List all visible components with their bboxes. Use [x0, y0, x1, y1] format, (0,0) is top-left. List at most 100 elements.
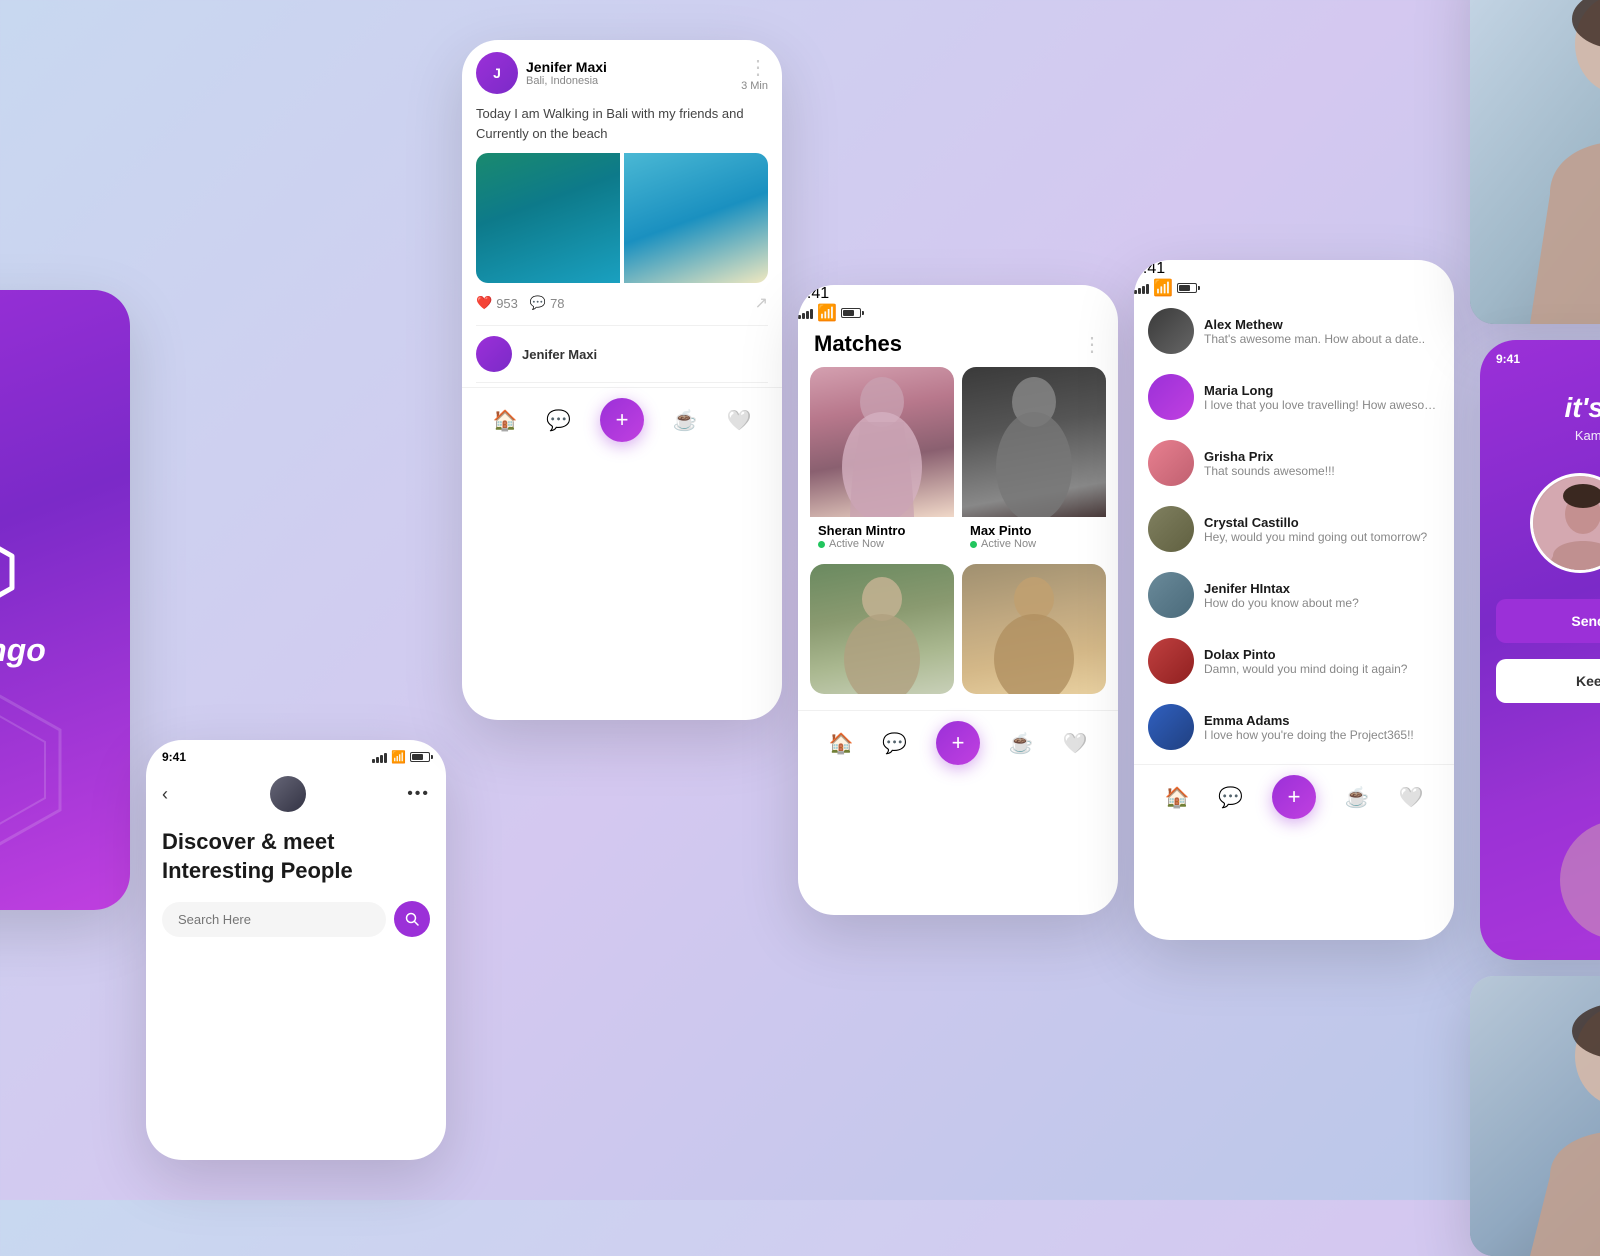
chat-msg-5: Damn, would you mind doing it again? — [1204, 662, 1440, 676]
phone-discover: 9:41 📶 ‹ ••• Discover & meet Interesting… — [146, 740, 446, 1160]
bottom-profile-preview — [1480, 800, 1600, 960]
likes-count[interactable]: ❤️ 953 — [476, 295, 518, 311]
profile-card-bottom: ❤️ — [1470, 976, 1600, 1256]
nav-add-chat[interactable]: + — [1272, 775, 1316, 819]
chat-item-3[interactable]: Crystal Castillo Hey, would you mind goi… — [1134, 496, 1454, 562]
match-card-1[interactable]: Max Pinto Active Now — [962, 367, 1106, 556]
status-icons-matches: 📶 — [798, 303, 1118, 323]
chat-content-6: Emma Adams I love how you're doing the P… — [1204, 713, 1440, 742]
nav-heart-matches[interactable]: 🤍 — [1063, 731, 1088, 756]
nav-mug-matches[interactable]: ☕ — [1009, 731, 1034, 756]
chat-name-0: Alex Methew — [1204, 317, 1440, 332]
nav-mug[interactable]: ☕ — [673, 408, 698, 433]
match-av1-svg — [1533, 476, 1600, 573]
post-username: Jenifer Maxi — [526, 59, 607, 75]
chat-avatar-1 — [1148, 374, 1194, 420]
time-match: 9:41 — [1496, 352, 1520, 366]
match-card-3[interactable] — [962, 564, 1106, 694]
post-header: J Jenifer Maxi Bali, Indonesia ⋮ 3 Min — [476, 52, 768, 94]
match-card-2[interactable] — [810, 564, 954, 694]
heart-icon: ❤️ — [476, 295, 492, 311]
back-button[interactable]: ‹ — [162, 784, 168, 805]
time-chat: 9:41 — [1134, 260, 1165, 277]
wifi-icon: 📶 — [391, 750, 406, 764]
nav-home-chat[interactable]: 🏠 — [1164, 785, 1189, 810]
match-info-0: Sheran Mintro Active Now — [810, 517, 954, 556]
profile-card-top: ❤️ — [1470, 0, 1600, 324]
post-user-info: Jenifer Maxi Bali, Indonesia — [526, 59, 607, 87]
post-image-1 — [476, 153, 620, 283]
nav-home[interactable]: 🏠 — [492, 408, 517, 433]
chat-avatar-5 — [1148, 638, 1194, 684]
discover-header: ‹ ••• — [146, 770, 446, 818]
chat-msg-1: I love that you love travelling! How awe… — [1204, 398, 1440, 412]
nav-heart[interactable]: 🤍 — [727, 408, 752, 433]
share-button[interactable]: ↗ — [755, 293, 768, 313]
matches-more[interactable]: ⋮ — [1082, 332, 1102, 357]
search-button[interactable] — [394, 901, 430, 937]
profile-card-image-bottom — [1470, 976, 1600, 1256]
chat-name-4: Jenifer HIntax — [1204, 581, 1440, 596]
bottom-nav-chat: 🏠 💬 + ☕ 🤍 — [1134, 764, 1454, 829]
nav-chat-matches[interactable]: 💬 — [882, 731, 907, 756]
chat-avatar-6 — [1148, 704, 1194, 750]
battery-icon — [410, 752, 430, 762]
profile-person-svg — [1470, 0, 1600, 324]
silhouette-4 — [962, 564, 1106, 694]
more-button[interactable]: ••• — [407, 785, 430, 803]
chat-item-2[interactable]: Grisha Prix That sounds awesome!!! — [1134, 430, 1454, 496]
phone-splash: Matchgo — [0, 290, 130, 910]
matches-grid: Sheran Mintro Active Now Max Pinto — [798, 367, 1118, 706]
send-message-button[interactable]: Send Message — [1496, 599, 1600, 643]
match-name-0: Sheran Mintro — [818, 523, 946, 538]
chat-content-0: Alex Methew That's awesome man. How abou… — [1204, 317, 1440, 346]
match-img-max — [962, 367, 1106, 517]
chat-item-5[interactable]: Dolax Pinto Damn, would you mind doing i… — [1134, 628, 1454, 694]
nav-heart-chat[interactable]: 🤍 — [1399, 785, 1424, 810]
comments-count[interactable]: 💬 78 — [530, 295, 565, 311]
profile-preview-svg — [1480, 800, 1600, 960]
chat-avatar-3 — [1148, 506, 1194, 552]
match-img-3 — [962, 564, 1106, 694]
status-bar-chat: 9:41 📶 — [1134, 260, 1454, 298]
post-more-button[interactable]: ⋮ — [741, 55, 768, 80]
chat-avatar-4 — [1148, 572, 1194, 618]
comment-icon: 💬 — [530, 295, 546, 311]
post-mini: Jenifer Maxi — [462, 326, 782, 382]
signal-icon-chat — [1134, 282, 1149, 294]
search-input[interactable] — [162, 902, 386, 937]
profile-person-svg-2 — [1470, 976, 1600, 1256]
chat-name-3: Crystal Castillo — [1204, 515, 1440, 530]
time-discover: 9:41 — [162, 750, 186, 764]
nav-chat-chat[interactable]: 💬 — [1218, 785, 1243, 810]
nav-home-matches[interactable]: 🏠 — [828, 731, 853, 756]
chat-item-6[interactable]: Emma Adams I love how you're doing the P… — [1134, 694, 1454, 760]
profile-card-image-top — [1470, 0, 1600, 324]
chat-item-1[interactable]: Maria Long I love that you love travelli… — [1134, 364, 1454, 430]
chat-item-4[interactable]: Jenifer HIntax How do you know about me? — [1134, 562, 1454, 628]
chat-avatar-0 — [1148, 308, 1194, 354]
keep-playing-button[interactable]: Keep Playing — [1496, 659, 1600, 703]
chat-name-6: Emma Adams — [1204, 713, 1440, 728]
post-user: J Jenifer Maxi Bali, Indonesia — [476, 52, 607, 94]
nav-add-button[interactable]: + — [600, 398, 644, 442]
silhouette-3 — [810, 564, 954, 694]
nav-mug-chat[interactable]: ☕ — [1345, 785, 1370, 810]
discover-title: Discover & meet Interesting People — [146, 818, 446, 891]
match-avatars — [1480, 463, 1600, 583]
wifi-icon-matches: 📶 — [817, 303, 837, 323]
chat-item-0[interactable]: Alex Methew That's awesome man. How abou… — [1134, 298, 1454, 364]
status-icons-discover: 📶 — [372, 750, 430, 764]
chat-list: Alex Methew That's awesome man. How abou… — [1134, 298, 1454, 760]
match-screen-title: it's a ma Kamillia Liked y — [1480, 372, 1600, 463]
chat-avatar-2 — [1148, 440, 1194, 486]
nav-chat[interactable]: 💬 — [546, 408, 571, 433]
match-screen-status: 9:41 📶 🔋 — [1480, 340, 1600, 372]
post-mini-avatar — [476, 336, 512, 372]
match-card-0[interactable]: Sheran Mintro Active Now — [810, 367, 954, 556]
chat-content-1: Maria Long I love that you love travelli… — [1204, 383, 1440, 412]
nav-add-matches[interactable]: + — [936, 721, 980, 765]
chat-msg-0: That's awesome man. How about a date.. — [1204, 332, 1440, 346]
post-image-2 — [624, 153, 768, 283]
search-icon — [405, 912, 419, 926]
